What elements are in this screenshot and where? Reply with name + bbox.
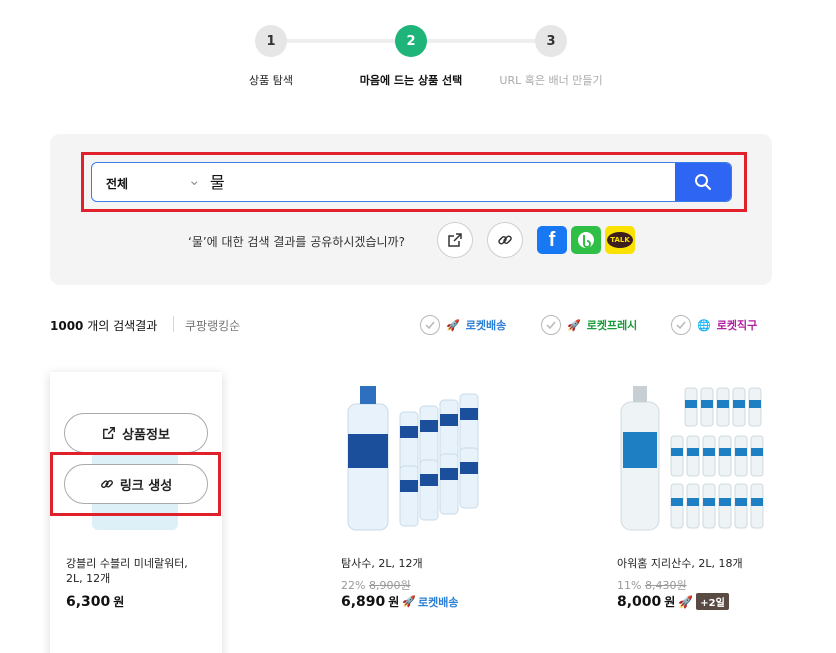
external-link-icon <box>103 427 116 439</box>
search-button[interactable] <box>675 163 731 201</box>
product-discount: 22% 8,900원 <box>341 579 411 592</box>
product-name[interactable]: 아워홈 지리산수, 2L, 18개 <box>617 556 767 571</box>
rocket-icon: 🚀 <box>446 318 460 332</box>
kakaotalk-share-button[interactable]: TALK <box>605 226 635 254</box>
rocket-icon: 🚀 <box>678 594 694 609</box>
category-select[interactable]: 전체 <box>106 175 128 192</box>
step-2-label: 마음에 드는 상품 선택 <box>359 74 463 87</box>
search-icon <box>695 174 711 190</box>
chevron-down-icon[interactable]: ⌄ <box>188 171 201 189</box>
filter-rocket-direct[interactable]: 🌐 로켓직구 <box>671 315 757 335</box>
filter-rocket-fresh[interactable]: 🚀 로켓프레시 <box>541 315 637 335</box>
step-3-label: URL 혹은 배너 만들기 <box>499 74 603 87</box>
filter-rocket-delivery[interactable]: 🚀 로켓배송 <box>420 315 506 335</box>
check-icon <box>541 315 561 335</box>
product-name[interactable]: 강블리 수블리 미네랄워터, 2L, 12개 <box>66 556 206 586</box>
product-image[interactable] <box>340 382 490 532</box>
share-external-button[interactable] <box>437 222 473 258</box>
copy-link-button[interactable] <box>487 222 523 258</box>
delivery-days-badge: +2일 <box>696 593 729 610</box>
product-discount: 11% 8,430원 <box>617 579 687 592</box>
external-link-icon <box>448 233 462 247</box>
kakaotalk-icon: TALK <box>607 232 633 248</box>
step-2-circle: 2 <box>395 25 427 57</box>
check-icon <box>671 315 691 335</box>
step-1-circle: 1 <box>255 25 287 57</box>
result-count: 1000 개의 검색결과 <box>50 319 158 333</box>
check-icon <box>420 315 440 335</box>
product-name[interactable]: 탐사수, 2L, 12개 <box>341 556 491 571</box>
band-icon <box>578 232 594 248</box>
facebook-icon: f <box>548 228 556 251</box>
product-price: 6,890 원 🚀 로켓배송 <box>341 593 459 610</box>
product-price: 6,300 원 <box>66 593 125 610</box>
product-info-button[interactable]: 상품정보 <box>64 413 208 453</box>
product-price: 8,000 원 🚀 +2일 <box>617 593 729 610</box>
make-link-button[interactable]: 링크 생성 <box>64 464 208 504</box>
rocket-direct-icon: 🌐 <box>697 318 711 332</box>
link-icon <box>498 235 512 245</box>
step-3-circle: 3 <box>535 25 567 57</box>
rocket-delivery-badge: 🚀 로켓배송 <box>402 595 459 609</box>
link-icon <box>100 479 113 488</box>
rocket-fresh-icon: 🚀 <box>567 318 581 332</box>
search-bar: 전체 ⌄ <box>91 162 732 202</box>
divider <box>173 316 174 332</box>
search-input[interactable] <box>210 171 660 190</box>
band-share-button[interactable] <box>571 226 601 254</box>
facebook-share-button[interactable]: f <box>537 226 567 254</box>
rocket-icon: 🚀 <box>402 595 417 608</box>
share-prompt: ‘물’에 대한 검색 결과를 공유하시겠습니까? <box>188 235 405 249</box>
step-1-label: 상품 탐색 <box>249 74 293 87</box>
sort-coupang-ranking[interactable]: 쿠팡랭킹순 <box>185 317 240 334</box>
product-image[interactable] <box>615 382 765 532</box>
